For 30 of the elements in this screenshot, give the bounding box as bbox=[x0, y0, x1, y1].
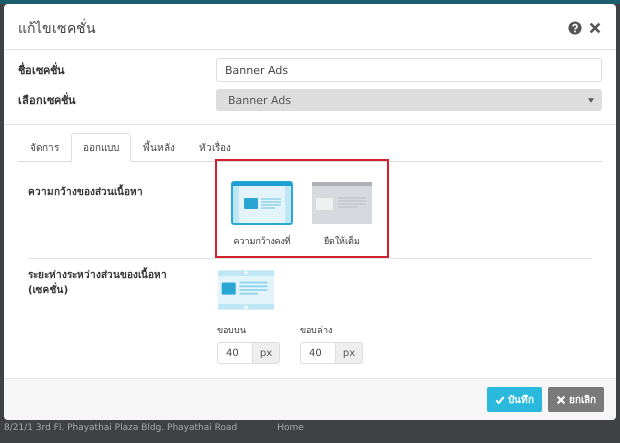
home-link[interactable]: Home bbox=[277, 423, 304, 433]
tab[interactable]: หัวเรื่อง bbox=[187, 133, 243, 162]
close-icon bbox=[556, 394, 566, 404]
field-label: เลือกเซคชั่น bbox=[18, 91, 77, 109]
dropdown-caret-icon bbox=[588, 98, 594, 102]
check-icon bbox=[495, 394, 505, 404]
layout-option[interactable]: ยืดให้เต็ม bbox=[311, 181, 373, 248]
field-label: ชื่อเซคชั่น bbox=[18, 61, 66, 79]
margin-input[interactable]: 40 bbox=[300, 342, 336, 364]
setting-label: ระยะห่างระหว่างส่วนของเนื้อหา (เซคชั่น) bbox=[28, 259, 178, 364]
full-width-layout-icon bbox=[311, 181, 373, 225]
unit-addon: px bbox=[336, 342, 363, 364]
cancel-button[interactable]: ยกเลิก bbox=[548, 387, 604, 412]
name-input[interactable]: Banner Ads bbox=[216, 58, 602, 82]
margin-label: ขอบล่าง bbox=[300, 325, 333, 337]
address-text: 8/21/1 3rd Fl. Phayathai Plaza Bldg. Phayathai Road bbox=[4, 423, 238, 433]
tab[interactable]: ออกแบบ bbox=[71, 133, 131, 162]
margin-label: ขอบบน bbox=[217, 325, 247, 337]
setting-label: ความกว้างของส่วนเนื้อหา bbox=[28, 162, 208, 258]
tab[interactable]: พื้นหลัง bbox=[131, 133, 187, 162]
tab[interactable]: จัดการ bbox=[18, 133, 71, 162]
help-icon[interactable] bbox=[568, 21, 582, 35]
close-icon[interactable] bbox=[588, 21, 602, 35]
section-select[interactable]: Banner Ads bbox=[216, 89, 602, 111]
fixed-width-layout-icon bbox=[231, 181, 293, 225]
dialog-title: แก้ไขเซคชั่น bbox=[18, 17, 562, 39]
layout-option[interactable]: ความกว้างคงที่ bbox=[231, 181, 293, 248]
spacing-layout-icon bbox=[217, 269, 275, 311]
unit-addon: px bbox=[253, 342, 280, 364]
margin-input[interactable]: 40 bbox=[217, 342, 253, 364]
